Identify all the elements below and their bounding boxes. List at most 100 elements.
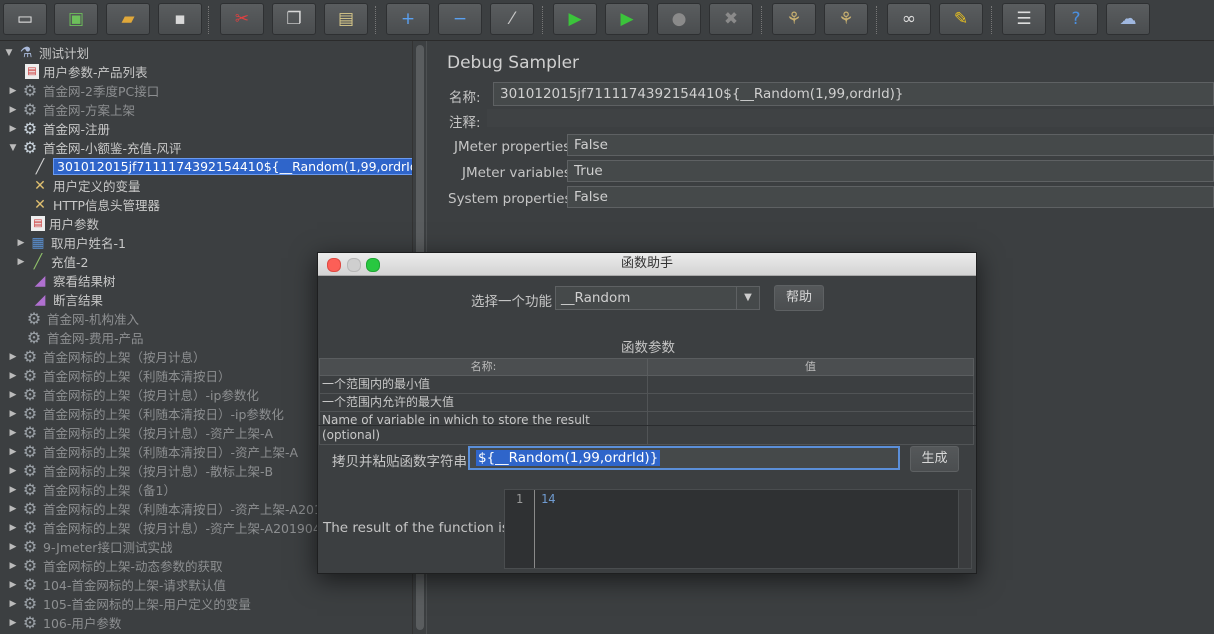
- toggle-button[interactable]: ⁄: [490, 3, 534, 35]
- search-button[interactable]: ∞: [887, 3, 931, 35]
- cut-button[interactable]: ✂: [220, 3, 264, 35]
- system-properties-select[interactable]: False: [567, 186, 1214, 208]
- start-button[interactable]: ▶: [553, 3, 597, 35]
- tree-node[interactable]: ◢ 断言结果: [18, 290, 103, 309]
- tree-node[interactable]: ◢ 察看结果树: [18, 271, 116, 290]
- gear-icon: ⚙: [22, 594, 38, 613]
- tree-node[interactable]: ▶ ▦ 取用户姓名-1: [16, 233, 126, 252]
- start-no-pause-button[interactable]: ▶: [605, 3, 649, 35]
- tree-node[interactable]: ✕ HTTP信息头管理器: [18, 195, 160, 214]
- generate-button[interactable]: 生成: [910, 446, 959, 472]
- clear-all-button[interactable]: ⚘: [824, 3, 868, 35]
- collapsed-arrow-icon[interactable]: ▶: [8, 504, 18, 514]
- tree-node[interactable]: ⚙ 首金网-机构准入: [12, 309, 139, 328]
- remote-button[interactable]: ☁: [1106, 3, 1150, 35]
- help-button[interactable]: 帮助: [774, 285, 824, 311]
- window-maximize-button[interactable]: [366, 258, 380, 272]
- expand-button[interactable]: +: [386, 3, 430, 35]
- copy-paste-label: 拷贝并粘贴函数字符串: [332, 454, 467, 470]
- collapsed-arrow-icon[interactable]: ▶: [8, 352, 18, 362]
- table-row[interactable]: 一个范围内的最小值: [319, 375, 974, 394]
- tree-node[interactable]: ▶ ⚙ 首金网标的上架（利随本清按日）-资产上架-A201: [8, 499, 322, 518]
- clear-button[interactable]: ⚘: [772, 3, 816, 35]
- param-value-cell[interactable]: [647, 375, 974, 394]
- collapsed-arrow-icon[interactable]: ▶: [8, 542, 18, 552]
- collapsed-arrow-icon[interactable]: ▶: [8, 580, 18, 590]
- collapsed-arrow-icon[interactable]: ▶: [8, 485, 18, 495]
- help-button[interactable]: ?: [1054, 3, 1098, 35]
- collapsed-arrow-icon[interactable]: ▶: [8, 124, 18, 134]
- function-helper-button[interactable]: ☰: [1002, 3, 1046, 35]
- tree-node[interactable]: ▼ ⚙ 首金网-小额鉴-充值-风评: [8, 138, 182, 157]
- tree-node[interactable]: ▶ ⚙ 9-Jmeter接口测试实战: [8, 537, 173, 556]
- jmeter-properties-select[interactable]: False: [567, 134, 1214, 156]
- tree-node[interactable]: ✕ 用户定义的变量: [18, 176, 140, 195]
- tree-node[interactable]: ▶ ⚙ 首金网-方案上架: [8, 100, 135, 119]
- result-scrollbar[interactable]: [958, 490, 971, 568]
- save-button[interactable]: ▪: [158, 3, 202, 35]
- tree-node[interactable]: ⚙ 首金网-费用-产品: [12, 328, 144, 347]
- tree-node[interactable]: ▶ ⚙ 首金网标的上架（按月计息）: [8, 347, 206, 366]
- paste-button[interactable]: ▤: [324, 3, 368, 35]
- tree-node[interactable]: ▶ ⚙ 首金网-注册: [8, 119, 110, 138]
- tree-node[interactable]: ▶ ⚙ 首金网标的上架（备1）: [8, 480, 176, 499]
- tree-node[interactable]: ▶ ⚙ 首金网标的上架-动态参数的获取: [8, 556, 223, 575]
- function-select[interactable]: __Random ▼: [555, 286, 760, 310]
- tree-node[interactable]: ▶ ⚙ 105-首金网标的上架-用户定义的变量: [8, 594, 251, 613]
- tree-node[interactable]: ▶ ⚙ 104-首金网标的上架-请求默认值: [8, 575, 226, 594]
- templates-icon: ▣: [67, 9, 85, 29]
- table-row[interactable]: Name of variable in which to store the r…: [319, 411, 974, 445]
- name-field[interactable]: 301012015jf7111174392154410${__Random(1,…: [493, 82, 1214, 106]
- collapsed-arrow-icon[interactable]: ▶: [8, 390, 18, 400]
- function-string-field[interactable]: ${__Random(1,99,ordrId)}: [468, 446, 900, 470]
- open-button[interactable]: ▰: [106, 3, 150, 35]
- collapsed-arrow-icon[interactable]: ▶: [8, 371, 18, 381]
- comment-field[interactable]: [487, 109, 1214, 127]
- collapsed-arrow-icon[interactable]: ▶: [8, 86, 18, 96]
- tree-node[interactable]: ▶ ⚙ 首金网标的上架（按月计息）-散标上架-B: [8, 461, 274, 480]
- collapsed-arrow-icon[interactable]: ▶: [16, 238, 26, 248]
- window-minimize-button[interactable]: [347, 258, 361, 272]
- tree-node[interactable]: ▶ ⚙ 首金网-2季度PC接口: [8, 81, 160, 100]
- shutdown-button[interactable]: ✖: [709, 3, 753, 35]
- tree-node[interactable]: ▶ ⚙ 首金网标的上架（利随本清按日）-ip参数化: [8, 404, 284, 423]
- result-output-area[interactable]: 1 14: [504, 489, 972, 569]
- collapsed-arrow-icon[interactable]: ▶: [8, 599, 18, 609]
- tree-node[interactable]: ╱ 301012015jf7111174392154410${__Random(1…: [18, 157, 412, 176]
- collapsed-arrow-icon[interactable]: ▶: [8, 523, 18, 533]
- collapsed-arrow-icon[interactable]: ▶: [8, 618, 18, 628]
- tree-node[interactable]: ▤ 用户参数: [18, 214, 99, 233]
- tree-node[interactable]: ▶ ⚙ 首金网标的上架（利随本清按日）: [8, 366, 231, 385]
- param-value-cell[interactable]: [647, 393, 974, 412]
- collapsed-arrow-icon[interactable]: ▶: [8, 105, 18, 115]
- chevron-down-icon[interactable]: ▼: [736, 287, 759, 309]
- collapsed-arrow-icon[interactable]: ▶: [8, 466, 18, 476]
- tree-node[interactable]: ▼ ⚗ 测试计划: [4, 43, 89, 62]
- tree-node[interactable]: ▶ ╱ 充值-2: [16, 252, 89, 271]
- new-button[interactable]: ▭: [3, 3, 47, 35]
- collapse-button[interactable]: −: [438, 3, 482, 35]
- collapsed-arrow-icon[interactable]: ▶: [8, 447, 18, 457]
- stop-button[interactable]: ●: [657, 3, 701, 35]
- expanded-arrow-icon[interactable]: ▼: [8, 143, 18, 153]
- tree-node[interactable]: ▶ ⚙ 首金网标的上架（按月计息）-ip参数化: [8, 385, 259, 404]
- tree-node[interactable]: ▤ 用户参数-产品列表: [12, 62, 148, 81]
- param-value-cell[interactable]: [647, 411, 974, 445]
- tree-node[interactable]: ▶ ⚙ 首金网标的上架（按月计息）-资产上架-A: [8, 423, 274, 442]
- window-close-button[interactable]: [327, 258, 341, 272]
- collapsed-arrow-icon[interactable]: ▶: [8, 428, 18, 438]
- table-row[interactable]: 一个范围内允许的最大值: [319, 393, 974, 412]
- collapsed-arrow-icon[interactable]: ▶: [8, 561, 18, 571]
- tree-node[interactable]: ▶ ⚙ 首金网标的上架（利随本清按日）-资产上架-A: [8, 442, 299, 461]
- jmeter-variables-select[interactable]: True: [567, 160, 1214, 182]
- dialog-titlebar[interactable]: 函数助手: [318, 253, 976, 276]
- copy-button[interactable]: ❐: [272, 3, 316, 35]
- collapsed-arrow-icon[interactable]: ▶: [8, 409, 18, 419]
- clear-all-icon: ⚘: [838, 9, 854, 29]
- reset-search-button[interactable]: ✎: [939, 3, 983, 35]
- collapsed-arrow-icon[interactable]: ▶: [16, 257, 26, 267]
- tree-node[interactable]: ▶ ⚙ 首金网标的上架（按月计息）-资产上架-A201904: [8, 518, 321, 537]
- expanded-arrow-icon[interactable]: ▼: [4, 48, 14, 58]
- templates-button[interactable]: ▣: [54, 3, 98, 35]
- tree-node[interactable]: ▶ ⚙ 106-用户参数: [8, 613, 122, 632]
